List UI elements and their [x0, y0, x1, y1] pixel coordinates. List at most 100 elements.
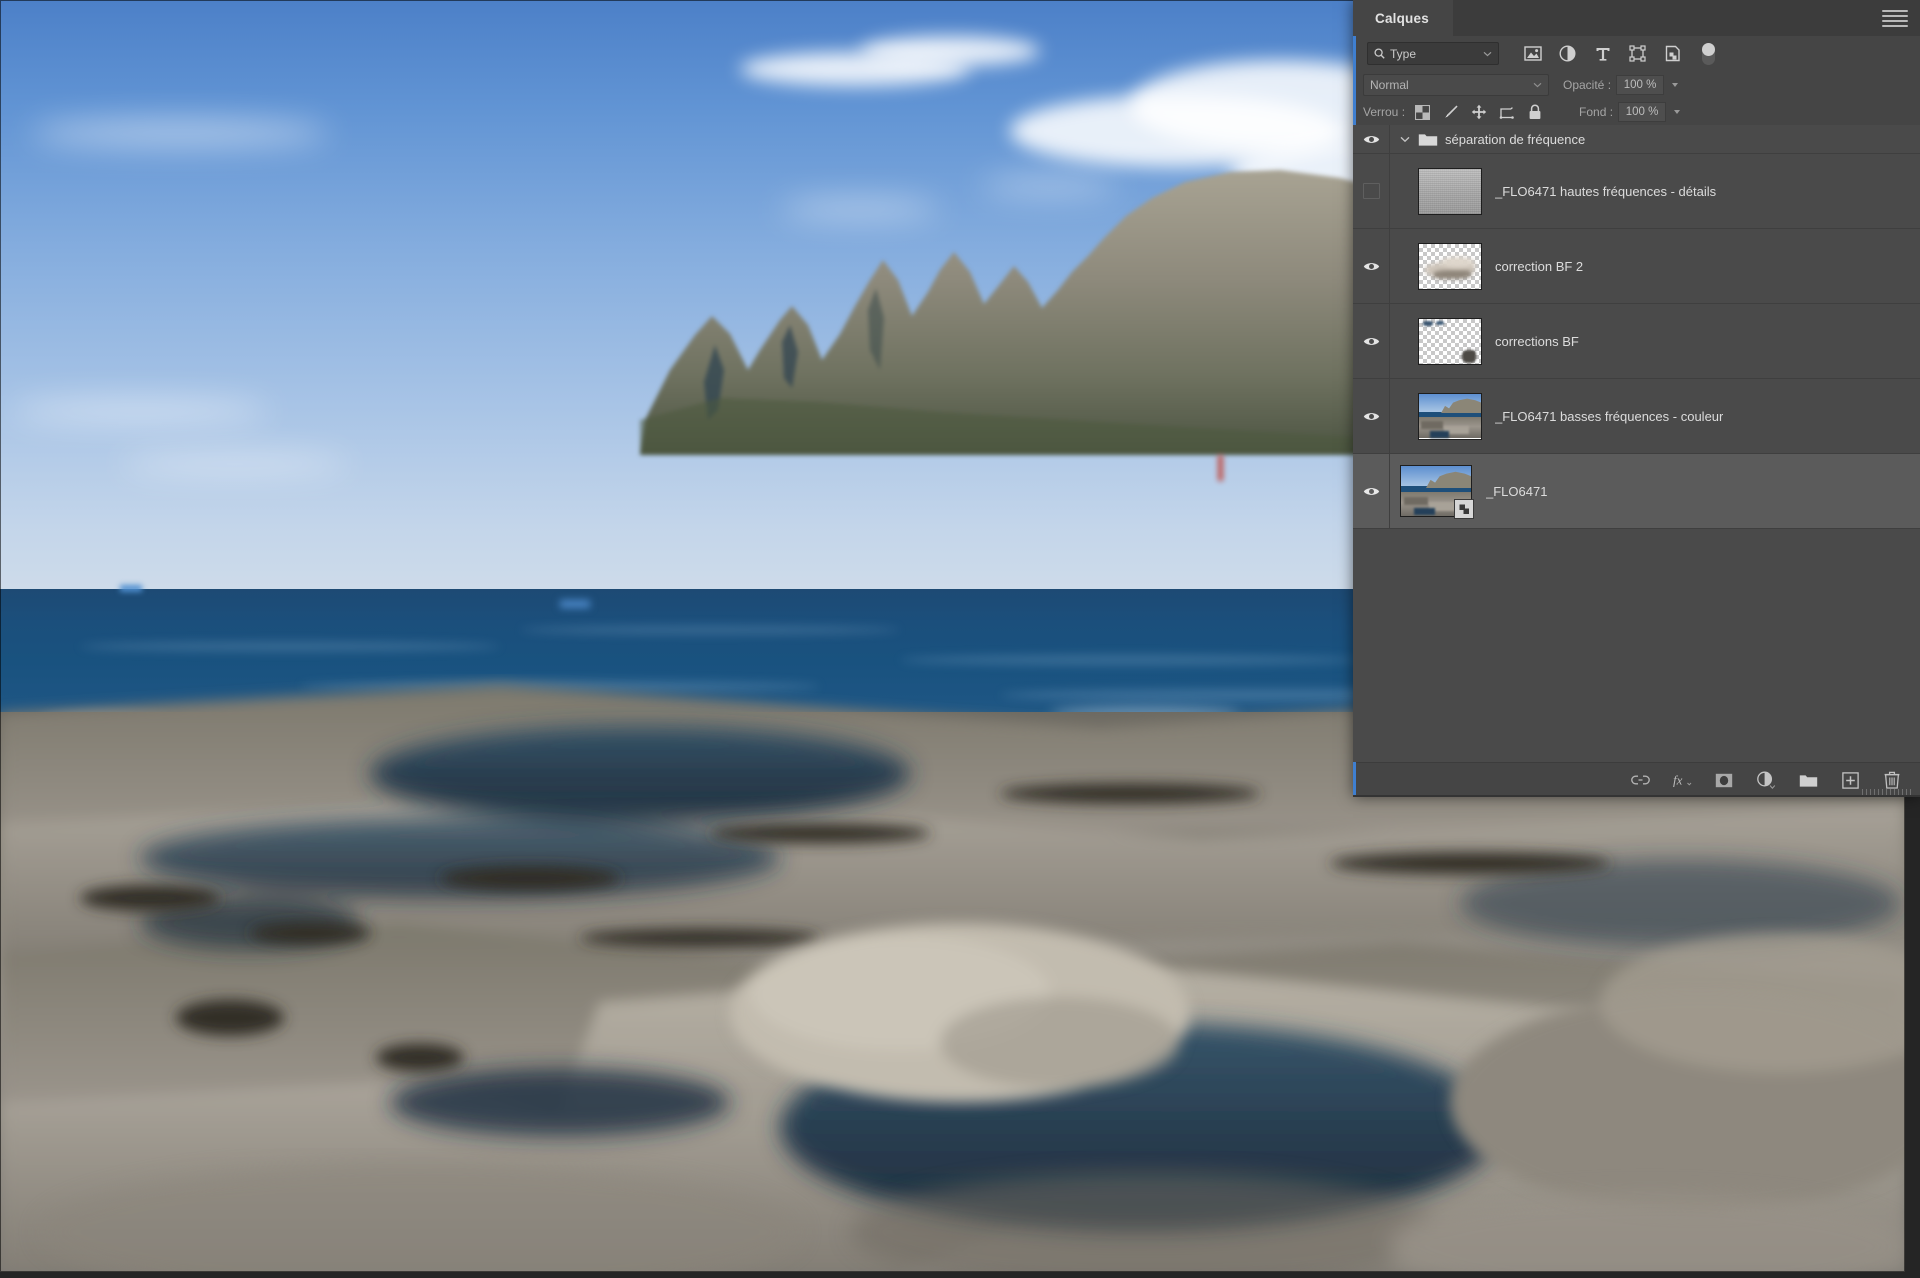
- layer-thumbnail: [1418, 167, 1482, 215]
- new-group-icon[interactable]: [1798, 770, 1818, 790]
- link-layers-icon[interactable]: [1630, 770, 1650, 790]
- lock-all-icon[interactable]: [1526, 104, 1543, 121]
- thumb-correction-spot: [1422, 321, 1433, 326]
- layers-panel: Calques Type Normal Opacité: 100 % Verr…: [1353, 0, 1920, 797]
- eye-icon: [1363, 262, 1379, 270]
- layer-row-group-separation[interactable]: séparation de fréquence: [1353, 125, 1920, 154]
- hamburger-menu-icon[interactable]: [1882, 9, 1908, 27]
- eye-off-icon: [1362, 183, 1380, 199]
- shape-layer-filter-icon[interactable]: [1628, 44, 1647, 63]
- opacity-slider-toggle[interactable]: [1664, 76, 1679, 94]
- layer-row-corrections-bf[interactable]: corrections BF: [1353, 304, 1920, 379]
- layer-thumbnail-wrap[interactable]: [1418, 167, 1482, 215]
- thumb-brush-stroke: [1441, 257, 1474, 267]
- tab-bar-filler: [1452, 0, 1882, 36]
- fill-label: Fond :: [1579, 105, 1614, 119]
- cloud: [120, 455, 350, 473]
- chevron-down-icon: [1483, 51, 1492, 56]
- group-expand-chevron-icon[interactable]: [1396, 136, 1413, 143]
- lock-image-pixels-icon[interactable]: [1442, 104, 1459, 121]
- layer-row-basses-frequences[interactable]: _FLO6471 basses fréquences - couleur: [1353, 379, 1920, 454]
- fill-slider-toggle[interactable]: [1666, 103, 1681, 121]
- thumb-highfreq-noise: [1419, 168, 1481, 214]
- layer-name: correction BF 2: [1495, 258, 1584, 274]
- smart-object-filter-icon[interactable]: [1663, 44, 1682, 63]
- layer-filter-row: Type: [1353, 36, 1920, 71]
- layer-thumbnail-wrap[interactable]: [1418, 317, 1482, 365]
- visibility-toggle[interactable]: [1353, 336, 1389, 347]
- layer-row-body: correction BF 2: [1390, 242, 1920, 290]
- layer-list[interactable]: séparation de fréquence _FLO6471 hautes …: [1353, 125, 1920, 762]
- layer-thumbnail-wrap[interactable]: [1400, 465, 1474, 519]
- thumb-photo: [1419, 393, 1481, 439]
- pixel-layer-filter-icon[interactable]: [1523, 44, 1542, 63]
- layer-name: _FLO6471: [1486, 483, 1548, 499]
- layer-thumbnail-wrap[interactable]: [1418, 242, 1482, 290]
- layer-thumbnail: [1418, 392, 1482, 440]
- layer-name: corrections BF: [1495, 333, 1579, 349]
- visibility-toggle[interactable]: [1353, 134, 1389, 145]
- lock-icon-group: [1414, 104, 1543, 121]
- eye-icon: [1363, 412, 1379, 420]
- lock-position-icon[interactable]: [1470, 104, 1487, 121]
- lock-transparency-icon[interactable]: [1414, 104, 1431, 121]
- opacity-input[interactable]: 100 %: [1616, 75, 1665, 95]
- folder-icon: [1417, 132, 1439, 147]
- thumb-brush-stroke: [1432, 269, 1472, 279]
- panel-bottom-edge: [1353, 795, 1920, 797]
- layer-thumbnail: [1418, 242, 1482, 290]
- opacity-label: Opacité :: [1563, 78, 1612, 92]
- fill-input[interactable]: 100 %: [1618, 102, 1667, 122]
- filter-type-label: Type: [1390, 46, 1417, 61]
- blend-mode-row: Normal Opacité : 100 %: [1353, 71, 1920, 99]
- visibility-toggle[interactable]: [1353, 183, 1389, 199]
- photoshop-window: Calques Type Normal Opacité: 100 % Verr…: [0, 0, 1920, 1278]
- sea-ripple: [520, 625, 900, 634]
- layer-row-body: _FLO6471: [1390, 465, 1920, 519]
- layer-name: _FLO6471 basses fréquences - couleur: [1495, 408, 1724, 424]
- eye-icon: [1363, 487, 1379, 495]
- layer-thumbnail: [1418, 317, 1482, 365]
- add-layer-mask-icon[interactable]: [1714, 770, 1734, 790]
- adjustment-layer-filter-icon[interactable]: [1558, 44, 1577, 63]
- visibility-toggle[interactable]: [1353, 486, 1389, 497]
- layer-row-correction-bf-2[interactable]: correction BF 2: [1353, 229, 1920, 304]
- blend-mode-value: Normal: [1370, 78, 1409, 92]
- red-marker: [1218, 455, 1223, 481]
- tab-calques[interactable]: Calques: [1353, 0, 1453, 36]
- eye-icon: [1363, 337, 1379, 345]
- layer-row-body: corrections BF: [1390, 317, 1920, 365]
- cloud: [30, 120, 330, 146]
- layer-row-flo6471[interactable]: _FLO6471: [1353, 454, 1920, 529]
- blue-speck: [120, 585, 142, 592]
- panel-tab-bar: Calques: [1353, 0, 1920, 36]
- layer-thumbnail-wrap[interactable]: [1418, 392, 1482, 440]
- visibility-toggle[interactable]: [1353, 411, 1389, 422]
- chevron-down-icon: [1533, 82, 1542, 88]
- filter-type-select[interactable]: Type: [1367, 42, 1499, 65]
- layers-panel-toolbar: fx: [1353, 762, 1920, 797]
- layer-row-body: _FLO6471 basses fréquences - couleur: [1390, 392, 1920, 440]
- new-layer-icon[interactable]: [1840, 770, 1860, 790]
- type-layer-filter-icon[interactable]: [1593, 44, 1612, 63]
- layer-name: _FLO6471 hautes fréquences - détails: [1495, 183, 1717, 199]
- filter-enable-toggle[interactable]: [1702, 42, 1715, 65]
- thumb-correction-spot: [1436, 320, 1445, 325]
- eye-icon: [1363, 135, 1379, 143]
- delete-layer-icon[interactable]: [1882, 770, 1902, 790]
- visibility-toggle[interactable]: [1353, 261, 1389, 272]
- filter-icon-group: [1523, 44, 1682, 63]
- new-adjustment-layer-icon[interactable]: [1756, 770, 1776, 790]
- layer-row-body: _FLO6471 hautes fréquences - détails: [1390, 167, 1920, 215]
- lock-row: Verrou : Fond: 100 %: [1353, 99, 1920, 125]
- layer-effects-fx-icon[interactable]: fx: [1672, 770, 1692, 790]
- group-name: séparation de fréquence: [1445, 131, 1586, 147]
- smart-object-badge-icon: [1454, 499, 1474, 519]
- lock-label: Verrou :: [1363, 105, 1406, 119]
- lock-artboard-nesting-icon[interactable]: [1498, 104, 1515, 121]
- blend-mode-select[interactable]: Normal: [1363, 74, 1549, 96]
- svg-text:fx: fx: [1673, 773, 1683, 788]
- layer-row-hautes-frequences[interactable]: _FLO6471 hautes fréquences - détails: [1353, 154, 1920, 229]
- search-icon: [1374, 48, 1385, 59]
- blue-speck: [560, 600, 590, 608]
